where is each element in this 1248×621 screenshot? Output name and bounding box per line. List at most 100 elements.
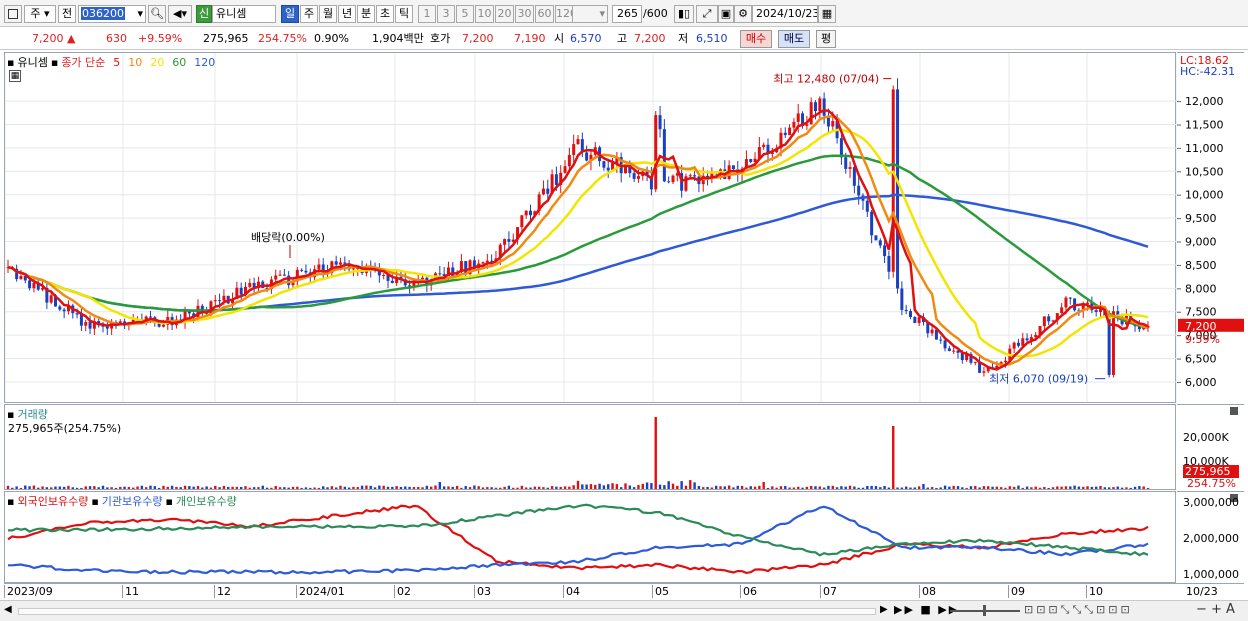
interval-button[interactable]: 초	[376, 5, 394, 23]
up-arrow-icon: ▲	[67, 32, 76, 45]
scroll-right-icon[interactable]: ▶	[880, 604, 888, 615]
interval-button[interactable]: 월	[319, 5, 337, 23]
price-chart[interactable]: 최고 12,480 (07/04) 최저 6,070 (09/19) 배당락(0.0…	[5, 53, 1177, 402]
period-select[interactable]: 주 ▾	[24, 5, 56, 23]
close-icon[interactable]	[1230, 407, 1238, 415]
buy-button[interactable]: 매수	[740, 30, 772, 48]
minute-button[interactable]: 20	[495, 5, 514, 23]
volume-bar	[71, 487, 74, 489]
minute-button[interactable]: 1	[418, 5, 436, 23]
minute-button[interactable]: 30	[515, 5, 534, 23]
date-input[interactable]: 2024/10/23	[752, 5, 818, 23]
volume-bar	[231, 486, 234, 489]
volume-bar	[274, 485, 277, 489]
interval-button[interactable]: 년	[338, 5, 356, 23]
volume-bar	[11, 487, 14, 489]
volume-bar	[930, 487, 934, 489]
x-axis-label: 2024/01	[296, 585, 345, 598]
volume-bar	[658, 484, 662, 489]
draw-tool-icon[interactable]: ⤢	[696, 5, 718, 23]
volume-chart[interactable]	[5, 405, 1177, 489]
layout-icon[interactable]	[4, 5, 22, 23]
minute-button[interactable]: 10	[475, 5, 494, 23]
candle-body	[792, 121, 796, 128]
volume-bar	[637, 485, 640, 489]
volume-bar	[1038, 487, 1042, 489]
zoom-slider-handle[interactable]	[983, 605, 986, 616]
calendar-icon[interactable]: ▦	[818, 5, 836, 23]
volume-bar	[1129, 487, 1132, 489]
candle-body	[351, 268, 355, 270]
chevron-down-icon[interactable]: ▾	[137, 6, 145, 22]
zoom-controls[interactable]: − + A	[1196, 602, 1235, 617]
search-icon[interactable]: 🔍︎	[148, 5, 166, 23]
volume-bar	[909, 487, 912, 489]
interval-button[interactable]: 주	[300, 5, 318, 23]
candle-body	[848, 167, 852, 169]
candle-body	[904, 309, 908, 312]
stock-name-field[interactable]: 유니셈	[212, 5, 276, 23]
candle-type-icon[interactable]: ▮▯	[674, 5, 694, 23]
volume-bar	[222, 485, 226, 489]
candle-body	[585, 152, 589, 161]
count-input[interactable]: 265	[612, 5, 642, 23]
volume-bar	[680, 481, 683, 489]
volume-bar	[805, 486, 809, 489]
speaker-icon[interactable]: ◀▾	[168, 5, 192, 23]
candle-body	[161, 324, 165, 327]
price-tick-label: 9,500	[1185, 212, 1217, 225]
volume-bar	[1107, 487, 1111, 489]
grid-icon[interactable]: ▦	[9, 70, 21, 82]
price-tick-label: 8,000	[1185, 282, 1217, 295]
holdings-legend-item: 기관보유수량	[101, 495, 163, 508]
volume-bar	[326, 487, 329, 489]
custom-interval-input[interactable]: ▾	[572, 5, 608, 23]
eval-button[interactable]: 평	[816, 30, 836, 48]
volume-bar	[1112, 487, 1115, 489]
volume-bar	[352, 486, 355, 489]
interval-button[interactable]: 일	[281, 5, 299, 23]
volume-bar	[49, 487, 53, 489]
interval-button[interactable]: 틱	[395, 5, 413, 23]
volume-bar	[995, 486, 999, 489]
candle-body	[390, 280, 394, 283]
ask-price: 7,200	[462, 32, 494, 45]
sell-button[interactable]: 매도	[778, 30, 810, 48]
volume-axis: 20,000K 10,000K 275,965 254.75%	[1177, 404, 1244, 490]
volume-bar	[157, 487, 161, 489]
minute-button[interactable]: 60	[535, 5, 554, 23]
candle-body	[809, 102, 813, 125]
price-axis: 12,000 11,500 11,000 10,500 10,000 9,500 9,000…	[1177, 52, 1244, 403]
stock-code-input[interactable]: 036200 ▾	[78, 5, 146, 23]
x-axis-label: 11	[122, 585, 139, 598]
candle-body	[805, 124, 809, 126]
scroll-left-icon[interactable]: ◀	[4, 604, 12, 615]
candle-body	[524, 210, 528, 216]
save-icon[interactable]: ▣	[718, 5, 734, 23]
x-axis-label: 12	[214, 585, 231, 598]
minute-button[interactable]: 3	[437, 5, 455, 23]
candle-body	[688, 175, 692, 177]
volume-bar	[892, 426, 895, 489]
volume-bar	[900, 487, 904, 489]
turnover: 0.90%	[314, 32, 349, 45]
volume-bar	[961, 487, 964, 489]
volume-bar	[67, 485, 70, 489]
volume-bar	[663, 485, 666, 489]
prev-button[interactable]: 전	[58, 5, 76, 23]
high-annotation: 최고 12,480 (07/04)	[773, 73, 879, 86]
interval-button[interactable]: 분	[357, 5, 375, 23]
gear-icon[interactable]: ⚙	[734, 5, 752, 23]
x-axis-label: 04	[563, 585, 580, 598]
candle-body	[563, 166, 567, 173]
tool-icons[interactable]: ⊡⊡⊡⤡⤡⤡⊡⊡⊡	[1024, 603, 1133, 617]
volume-bar	[628, 485, 632, 489]
volume-bar	[857, 487, 860, 489]
x-axis-label: 08	[919, 585, 936, 598]
minute-button[interactable]: 5	[456, 5, 474, 23]
chevron-down-icon[interactable]: ▾	[599, 6, 607, 22]
scrollbar[interactable]	[18, 608, 876, 615]
volume-bar	[1082, 486, 1085, 489]
volume-bar	[45, 487, 49, 489]
stock-code-value: 036200	[81, 7, 125, 20]
